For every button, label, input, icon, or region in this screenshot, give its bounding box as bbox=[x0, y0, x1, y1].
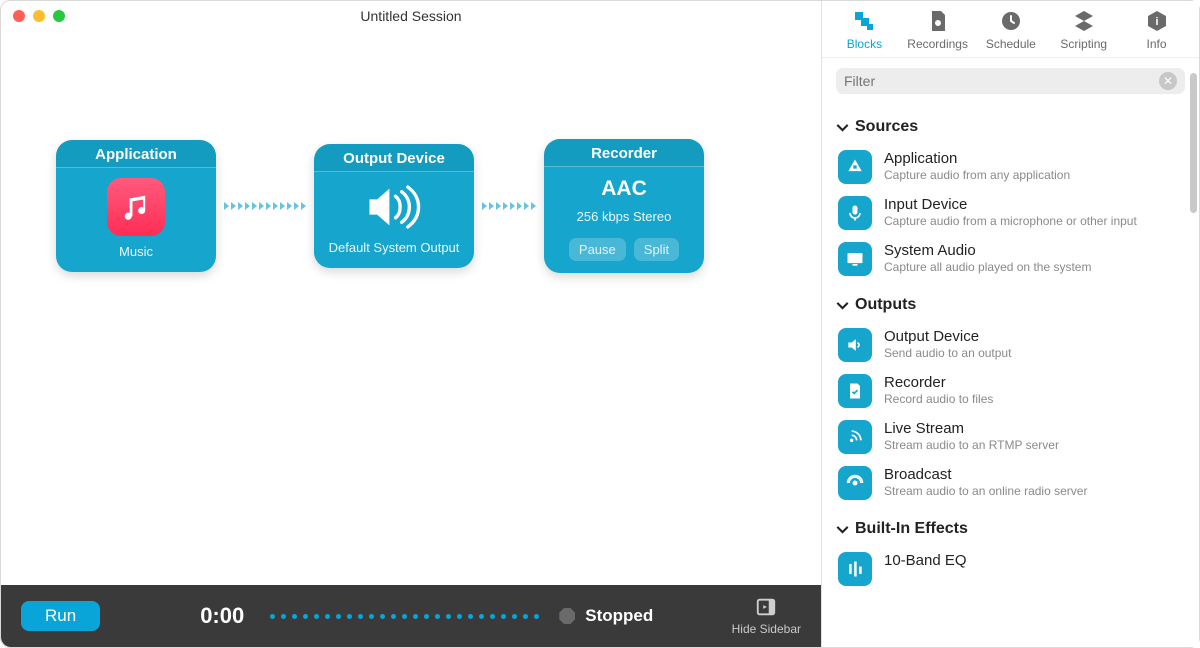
block-label: Default System Output bbox=[329, 240, 460, 257]
connection-arrows bbox=[216, 202, 314, 210]
item-desc: Send audio to an output bbox=[884, 346, 1011, 362]
eq-icon bbox=[838, 552, 872, 586]
clear-filter-icon[interactable]: ✕ bbox=[1159, 72, 1177, 90]
main-canvas-pane: Untitled Session Application Music Outpu… bbox=[1, 1, 821, 647]
block-recorder[interactable]: Recorder AAC 256 kbps Stereo Pause Split bbox=[544, 139, 704, 273]
tab-info[interactable]: i Info bbox=[1127, 9, 1187, 51]
hide-sidebar-icon bbox=[755, 596, 777, 618]
tab-label: Schedule bbox=[986, 37, 1036, 51]
split-button[interactable]: Split bbox=[634, 238, 679, 261]
music-app-icon bbox=[107, 178, 165, 236]
section-title: Sources bbox=[855, 118, 918, 136]
item-10-band-eq[interactable]: 10-Band EQ bbox=[836, 546, 1185, 592]
schedule-icon bbox=[999, 9, 1023, 33]
minimize-window-button[interactable] bbox=[33, 10, 45, 22]
tab-blocks[interactable]: Blocks bbox=[834, 9, 894, 51]
tab-label: Info bbox=[1147, 37, 1167, 51]
block-header: Recorder bbox=[544, 139, 704, 167]
section-effects[interactable]: Built-In Effects bbox=[836, 520, 1185, 538]
speaker-icon bbox=[364, 182, 424, 232]
status-text: Stopped bbox=[585, 606, 653, 626]
chevron-down-icon bbox=[836, 121, 849, 134]
level-meter bbox=[270, 614, 539, 619]
recordings-icon bbox=[926, 9, 950, 33]
filter-input[interactable] bbox=[844, 73, 1159, 89]
tab-recordings[interactable]: Recordings bbox=[907, 9, 968, 51]
block-header: Output Device bbox=[314, 144, 474, 172]
monitor-icon bbox=[838, 242, 872, 276]
section-outputs[interactable]: Outputs bbox=[836, 296, 1185, 314]
stopped-icon bbox=[559, 608, 575, 624]
tab-label: Recordings bbox=[907, 37, 968, 51]
item-title: System Audio bbox=[884, 242, 1091, 260]
application-icon bbox=[838, 150, 872, 184]
section-sources[interactable]: Sources bbox=[836, 118, 1185, 136]
item-desc: Capture all audio played on the system bbox=[884, 260, 1091, 276]
item-output-device[interactable]: Output DeviceSend audio to an output bbox=[836, 322, 1185, 368]
item-desc: Capture audio from any application bbox=[884, 168, 1070, 184]
item-title: Application bbox=[884, 150, 1070, 168]
item-recorder[interactable]: RecorderRecord audio to files bbox=[836, 368, 1185, 414]
tab-label: Blocks bbox=[847, 37, 882, 51]
run-button[interactable]: Run bbox=[21, 601, 100, 631]
close-window-button[interactable] bbox=[13, 10, 25, 22]
item-desc: Capture audio from a microphone or other… bbox=[884, 214, 1137, 230]
window-title: Untitled Session bbox=[1, 8, 821, 24]
item-title: Recorder bbox=[884, 374, 993, 392]
item-desc: Stream audio to an online radio server bbox=[884, 484, 1087, 500]
microphone-icon bbox=[838, 196, 872, 230]
tab-label: Scripting bbox=[1060, 37, 1107, 51]
block-output-device[interactable]: Output Device Default System Output bbox=[314, 144, 474, 269]
chevron-down-icon bbox=[836, 523, 849, 536]
tab-scripting[interactable]: Scripting bbox=[1054, 9, 1114, 51]
item-title: 10-Band EQ bbox=[884, 552, 967, 570]
hide-sidebar-label: Hide Sidebar bbox=[732, 622, 801, 636]
item-broadcast[interactable]: BroadcastStream audio to an online radio… bbox=[836, 460, 1185, 506]
item-input-device[interactable]: Input DeviceCapture audio from a microph… bbox=[836, 190, 1185, 236]
satellite-icon bbox=[838, 420, 872, 454]
info-icon: i bbox=[1145, 9, 1169, 33]
titlebar: Untitled Session bbox=[1, 1, 821, 31]
tab-schedule[interactable]: Schedule bbox=[981, 9, 1041, 51]
blocks-icon bbox=[852, 9, 876, 33]
section-title: Built-In Effects bbox=[855, 520, 968, 538]
sidebar-tabs: Blocks Recordings Schedule Scripting i I… bbox=[822, 1, 1199, 58]
zoom-window-button[interactable] bbox=[53, 10, 65, 22]
window-controls bbox=[13, 10, 65, 22]
speaker-icon bbox=[838, 328, 872, 362]
status-group: Stopped bbox=[559, 606, 653, 626]
canvas[interactable]: Application Music Output Device bbox=[1, 31, 821, 585]
flow-row: Application Music Output Device bbox=[56, 139, 704, 273]
svg-text:i: i bbox=[1155, 16, 1158, 28]
connection-arrows bbox=[474, 202, 544, 210]
scripting-icon bbox=[1072, 9, 1096, 33]
footer-bar: Run 0:00 Stopped Hide Sidebar bbox=[1, 585, 821, 647]
item-title: Live Stream bbox=[884, 420, 1059, 438]
sidebar: Blocks Recordings Schedule Scripting i I… bbox=[821, 1, 1199, 647]
block-application[interactable]: Application Music bbox=[56, 140, 216, 273]
item-title: Input Device bbox=[884, 196, 1137, 214]
broadcast-icon bbox=[838, 466, 872, 500]
block-header: Application bbox=[56, 140, 216, 168]
block-label: Music bbox=[119, 244, 153, 261]
recorder-detail: 256 kbps Stereo bbox=[577, 209, 672, 226]
block-library: Sources ApplicationCapture audio from an… bbox=[822, 100, 1199, 647]
item-title: Output Device bbox=[884, 328, 1011, 346]
file-icon bbox=[838, 374, 872, 408]
scrollbar-thumb[interactable] bbox=[1190, 73, 1197, 213]
item-desc: Record audio to files bbox=[884, 392, 993, 408]
hide-sidebar-button[interactable]: Hide Sidebar bbox=[732, 596, 801, 636]
item-desc: Stream audio to an RTMP server bbox=[884, 438, 1059, 454]
elapsed-time: 0:00 bbox=[200, 603, 244, 629]
filter-field[interactable]: ✕ bbox=[836, 68, 1185, 94]
item-title: Broadcast bbox=[884, 466, 1087, 484]
recorder-codec: AAC bbox=[601, 177, 647, 201]
pause-button[interactable]: Pause bbox=[569, 238, 626, 261]
item-live-stream[interactable]: Live StreamStream audio to an RTMP serve… bbox=[836, 414, 1185, 460]
section-title: Outputs bbox=[855, 296, 916, 314]
item-application[interactable]: ApplicationCapture audio from any applic… bbox=[836, 144, 1185, 190]
chevron-down-icon bbox=[836, 299, 849, 312]
item-system-audio[interactable]: System AudioCapture all audio played on … bbox=[836, 236, 1185, 282]
